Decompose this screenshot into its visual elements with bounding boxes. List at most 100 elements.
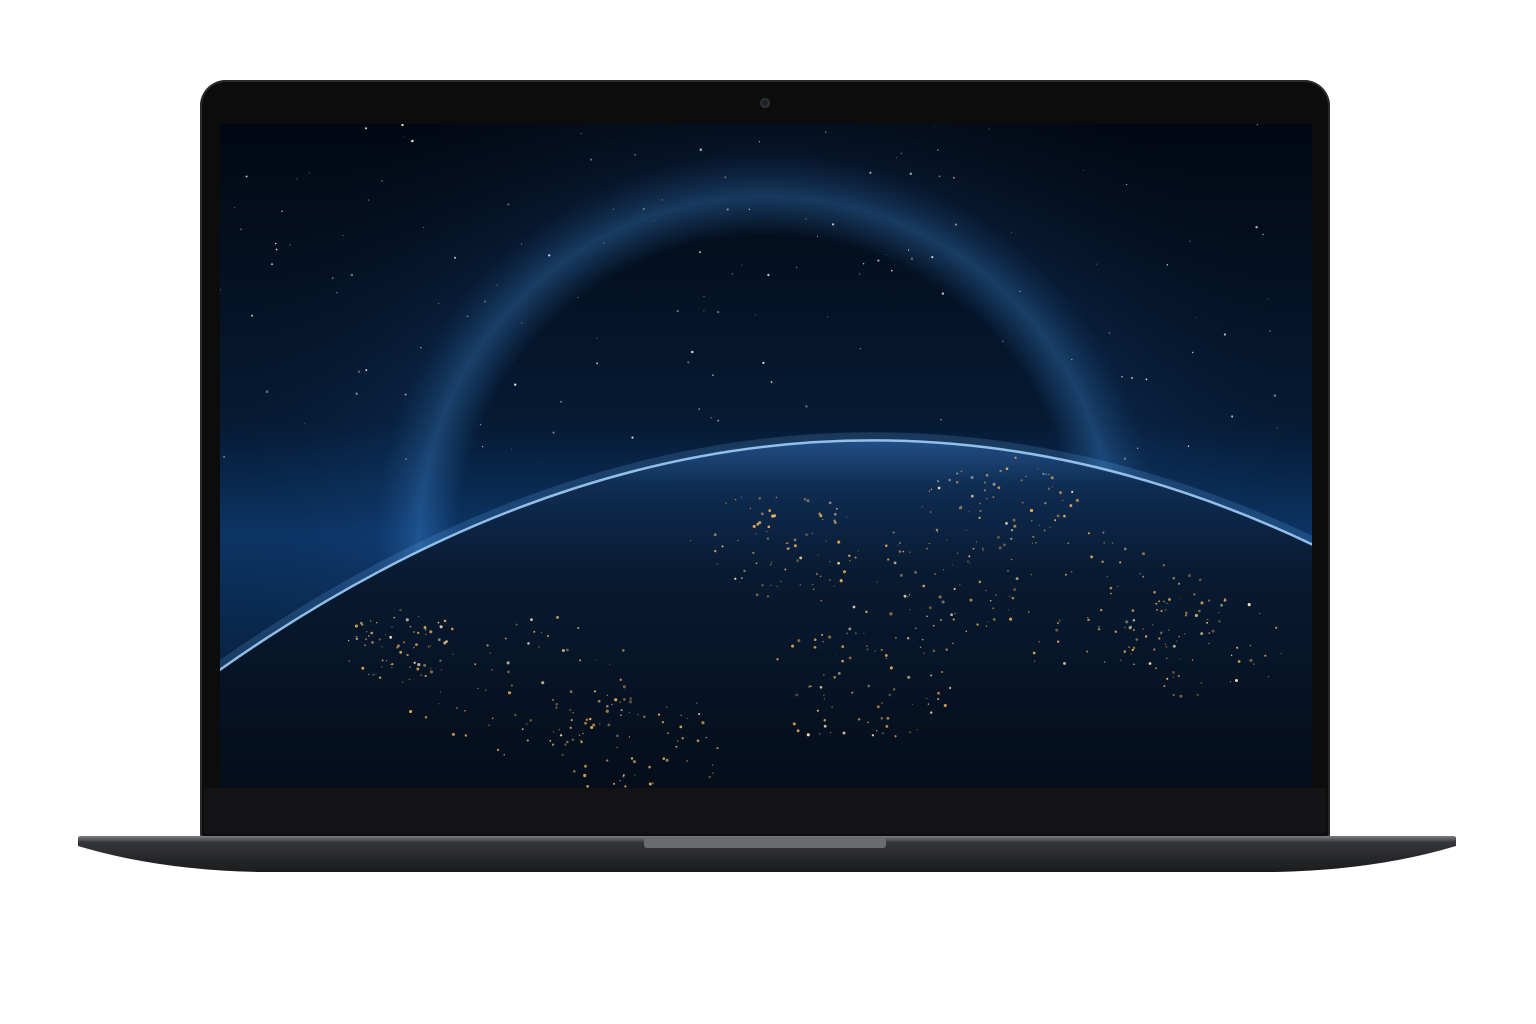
city-light <box>405 618 409 622</box>
city-light <box>986 498 988 500</box>
city-light <box>992 482 996 486</box>
star <box>726 208 729 211</box>
city-light <box>899 573 903 577</box>
city-light <box>823 724 827 728</box>
city-light <box>1058 619 1061 622</box>
city-light <box>584 764 587 768</box>
city-light <box>953 587 956 591</box>
city-light <box>734 577 737 580</box>
city-light <box>1218 612 1220 614</box>
city-light <box>930 488 933 491</box>
city-light <box>413 631 416 633</box>
city-light <box>1187 574 1191 578</box>
city-light <box>592 723 596 727</box>
city-light <box>842 570 847 574</box>
city-light <box>564 743 567 746</box>
city-light <box>758 496 762 500</box>
city-light <box>968 511 970 513</box>
city-light <box>928 542 930 545</box>
city-light <box>985 590 987 591</box>
city-light <box>1087 618 1090 622</box>
city-light <box>978 580 982 584</box>
city-light <box>990 600 992 602</box>
city-light <box>1037 468 1039 470</box>
city-light <box>833 675 837 679</box>
earth-wallpaper <box>220 124 1312 788</box>
city-light <box>507 670 510 674</box>
star <box>937 149 939 151</box>
city-light <box>1101 560 1104 563</box>
city-light <box>1194 613 1198 618</box>
city-light <box>1166 602 1168 604</box>
city-light <box>776 658 779 661</box>
city-light <box>848 627 852 631</box>
city-light <box>992 618 996 621</box>
city-light <box>572 770 576 773</box>
city-light <box>1206 621 1209 624</box>
city-light <box>1247 603 1251 607</box>
city-light <box>1208 632 1211 634</box>
star <box>762 361 765 365</box>
city-light <box>1043 529 1046 532</box>
city-light <box>369 620 372 622</box>
city-light <box>819 514 823 518</box>
city-light <box>851 691 854 694</box>
city-light <box>680 714 683 717</box>
city-light <box>965 630 968 633</box>
star <box>954 223 958 226</box>
city-light <box>496 748 500 751</box>
city-light <box>1055 628 1059 632</box>
city-light <box>474 663 477 666</box>
star <box>405 458 407 460</box>
city-light <box>925 547 929 550</box>
city-light <box>416 667 420 671</box>
star <box>1195 316 1197 318</box>
city-light <box>1087 532 1090 535</box>
city-light <box>546 634 550 638</box>
city-light <box>1038 640 1041 643</box>
city-light <box>915 627 917 630</box>
city-light <box>555 703 559 706</box>
star <box>877 259 880 262</box>
star <box>275 248 278 251</box>
city-light <box>887 558 890 561</box>
city-light <box>897 544 899 546</box>
city-light <box>867 684 871 688</box>
city-light <box>927 703 930 705</box>
city-light <box>1050 476 1054 480</box>
city-light <box>921 506 923 508</box>
city-light <box>651 782 655 785</box>
city-light <box>995 593 998 596</box>
city-light <box>348 639 350 642</box>
city-light <box>391 626 393 628</box>
city-light <box>1005 521 1008 525</box>
city-light <box>1044 502 1047 505</box>
city-light <box>614 698 618 702</box>
city-light <box>1090 555 1093 559</box>
city-light <box>1220 603 1223 607</box>
city-light <box>998 546 1002 550</box>
city-light <box>1062 499 1064 502</box>
city-light <box>584 721 587 725</box>
city-light <box>1054 519 1057 522</box>
star <box>831 223 835 226</box>
city-light <box>696 739 700 743</box>
city-light <box>979 502 981 505</box>
city-light <box>1230 681 1232 683</box>
city-light <box>908 594 911 596</box>
city-light <box>1015 577 1019 581</box>
city-light <box>926 615 928 618</box>
star <box>1262 233 1264 236</box>
city-light <box>451 732 455 736</box>
city-light <box>368 673 370 676</box>
star <box>869 171 872 174</box>
city-light <box>928 606 932 610</box>
city-light <box>1179 694 1183 698</box>
city-light <box>770 561 773 563</box>
city-light <box>408 678 411 681</box>
webcam-icon <box>760 98 770 108</box>
city-light <box>955 480 959 484</box>
city-light <box>837 561 840 565</box>
city-light <box>588 717 592 721</box>
city-light <box>1156 609 1158 611</box>
